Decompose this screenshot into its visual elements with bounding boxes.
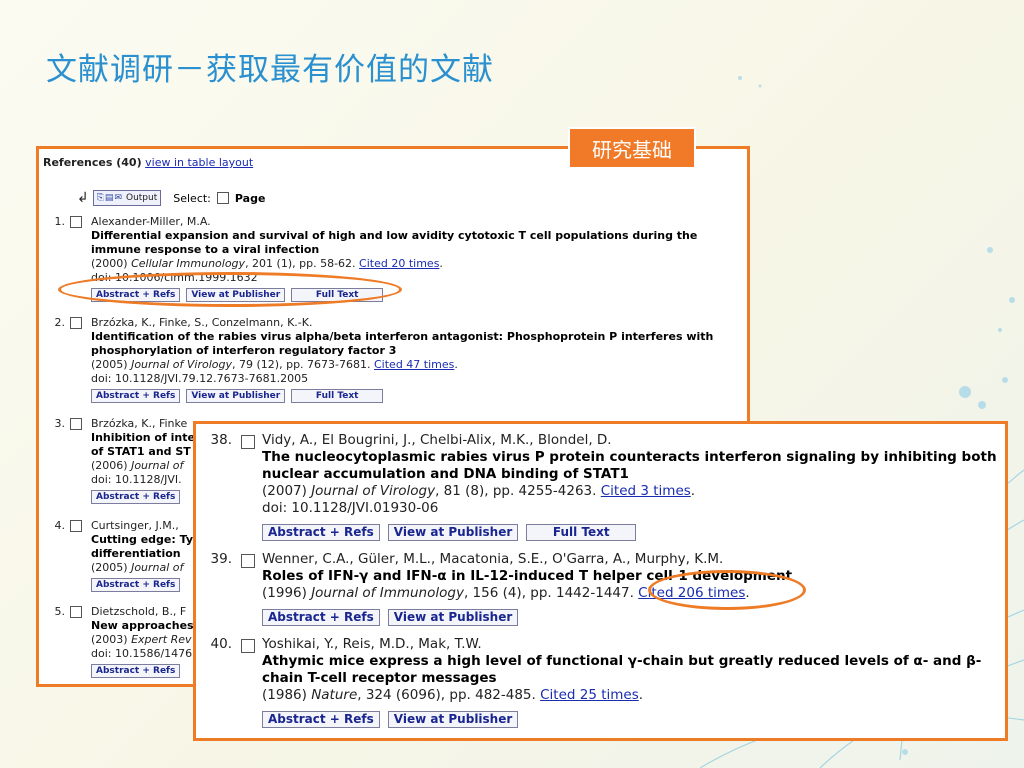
ref-authors: Wenner, C.A., Güler, M.L., Macatonia, S.… (262, 551, 724, 567)
ref-title: Athymic mice express a high level of fun… (262, 653, 982, 686)
output-icons: ⎘▤✉ (96, 193, 123, 203)
reference-item-40: 40. Yoshikai, Y., Reis, M.D., Mak, T.W. … (204, 636, 999, 728)
ref-journal: Journal of (131, 561, 184, 574)
ref-checkbox[interactable] (70, 606, 82, 618)
ref-title: Identification of the rabies virus alpha… (91, 330, 714, 357)
cited-by-link[interactable]: Cited 20 times (359, 257, 439, 270)
abstract-refs-button[interactable]: Abstract + Refs (91, 288, 181, 302)
output-button[interactable]: ⎘▤✉ Output (92, 190, 162, 206)
ref-authors: Alexander-Miller, M.A. (91, 215, 211, 228)
abstract-refs-button[interactable]: Abstract + Refs (91, 578, 181, 592)
abstract-refs-button[interactable]: Abstract + Refs (262, 524, 380, 541)
ref-title: Roles of IFN-γ and IFN-α in IL-12-induce… (262, 568, 793, 584)
research-basis-tag: 研究基础 (568, 127, 696, 169)
view-at-publisher-button[interactable]: View at Publisher (387, 609, 519, 626)
ref-year: (2003) (91, 633, 128, 646)
ref-number: 3. (54, 417, 66, 430)
ref-details: , 324 (6096), pp. 482-485. (357, 687, 541, 703)
ref-year: (2005) (91, 561, 128, 574)
ref-number: 5. (54, 605, 66, 618)
full-text-button[interactable]: Full Text (291, 288, 384, 302)
ref-number: 1. (54, 215, 66, 228)
ref-journal: Journal of (131, 459, 184, 472)
ref-checkbox[interactable] (70, 418, 82, 430)
ref-year: (2005) (91, 358, 128, 371)
cited-by-link[interactable]: Cited 25 times (540, 687, 639, 703)
ref-journal: Journal of Immunology (311, 585, 464, 601)
ref-details: , 156 (4), pp. 1442-1447. (463, 585, 639, 601)
ref-checkbox[interactable] (70, 317, 82, 329)
select-arrow-icon: ↲ (77, 190, 89, 206)
select-page-label: Page (234, 191, 266, 205)
ref-citation: (1986) Nature, 324 (6096), pp. 482-485. … (262, 687, 644, 703)
references-count: References (40) (43, 156, 142, 169)
ref-checkbox[interactable] (241, 639, 255, 653)
select-page-checkbox[interactable] (216, 192, 229, 204)
view-at-publisher-button[interactable]: View at Publisher (186, 288, 286, 302)
ref-journal: Cellular Immunology (131, 257, 246, 270)
ref-citation: (2005) Journal of Virology, 79 (12), pp.… (91, 358, 458, 371)
ref-authors: Yoshikai, Y., Reis, M.D., Mak, T.W. (262, 636, 482, 652)
full-text-button[interactable]: Full Text (526, 524, 637, 541)
ref-details: , 79 (12), pp. 7673-7681. (232, 358, 374, 371)
abstract-refs-button[interactable]: Abstract + Refs (262, 609, 380, 626)
ref-number: 40. (210, 636, 232, 652)
ref-number: 38. (210, 432, 232, 448)
view-at-publisher-button[interactable]: View at Publisher (387, 524, 519, 541)
ref-title: The nucleocytoplasmic rabies virus P pro… (262, 449, 997, 482)
view-at-publisher-button[interactable]: View at Publisher (186, 389, 286, 403)
abstract-refs-button[interactable]: Abstract + Refs (91, 490, 181, 504)
ref-doi: doi: 10.1006/cimm.1999.1632 (91, 271, 258, 284)
ref-number: 4. (54, 519, 66, 532)
cited-by-link[interactable]: Cited 206 times (638, 585, 745, 601)
ref-checkbox[interactable] (70, 520, 82, 532)
ref-authors: Vidy, A., El Bougrini, J., Chelbi-Alix, … (262, 432, 612, 448)
view-table-layout-link[interactable]: view in table layout (145, 156, 253, 169)
ref-year: (2000) (91, 257, 128, 270)
ref-number: 39. (210, 551, 232, 567)
ref-checkbox[interactable] (241, 435, 255, 449)
ref-citation: (2007) Journal of Virology, 81 (8), pp. … (262, 483, 696, 499)
ref-journal: Nature (311, 687, 358, 703)
ref-authors: Brzózka, K., Finke, S., Conzelmann, K.-K… (91, 316, 313, 329)
ref-checkbox[interactable] (70, 216, 82, 228)
ref-checkbox[interactable] (241, 554, 255, 568)
reference-item-2: 2. Brzózka, K., Finke, S., Conzelmann, K… (45, 316, 735, 403)
output-label: Output (125, 193, 158, 203)
abstract-refs-button[interactable]: Abstract + Refs (262, 711, 380, 728)
ref-number: 2. (54, 316, 66, 329)
cited-by-link[interactable]: Cited 47 times (374, 358, 454, 371)
ref-year: (1996) (262, 585, 307, 601)
full-text-button[interactable]: Full Text (291, 389, 384, 403)
ref-year: (1986) (262, 687, 307, 703)
reference-item-38: 38. Vidy, A., El Bougrini, J., Chelbi-Al… (204, 432, 999, 541)
references-header: References (40) view in table layout (43, 156, 253, 169)
ref-year: (2007) (262, 483, 307, 499)
output-toolbar: ↲ ⎘▤✉ Output Select: Page (77, 189, 265, 207)
ref-details: , 81 (8), pp. 4255-4263. (435, 483, 601, 499)
ref-title: Differential expansion and survival of h… (91, 229, 698, 256)
ref-journal: Expert Rev (131, 633, 192, 646)
ref-doi: doi: 10.1128/JVI.01930-06 (262, 500, 439, 516)
cited-by-link[interactable]: Cited 3 times (601, 483, 691, 499)
ref-doi: doi: 10.1128/JVI.79.12.7673-7681.2005 (91, 372, 309, 385)
abstract-refs-button[interactable]: Abstract + Refs (91, 664, 181, 678)
abstract-refs-button[interactable]: Abstract + Refs (91, 389, 181, 403)
reference-item-39: 39. Wenner, C.A., Güler, M.L., Macatonia… (204, 551, 999, 626)
references-panel-zoomed: 38. Vidy, A., El Bougrini, J., Chelbi-Al… (193, 421, 1008, 741)
ref-year: (2006) (91, 459, 128, 472)
ref-journal: Journal of Virology (131, 358, 233, 371)
select-label: Select: (173, 191, 211, 205)
view-at-publisher-button[interactable]: View at Publisher (387, 711, 519, 728)
reference-item-1: 1. Alexander-Miller, M.A. Differential e… (45, 215, 735, 302)
slide-title: 文献调研－获取最有价值的文献 (46, 52, 494, 88)
ref-details: , 201 (1), pp. 58-62. (245, 257, 360, 270)
ref-journal: Journal of Virology (311, 483, 436, 499)
ref-citation: (1996) Journal of Immunology, 156 (4), p… (262, 585, 750, 601)
ref-citation: (2000) Cellular Immunology, 201 (1), pp.… (91, 257, 443, 270)
